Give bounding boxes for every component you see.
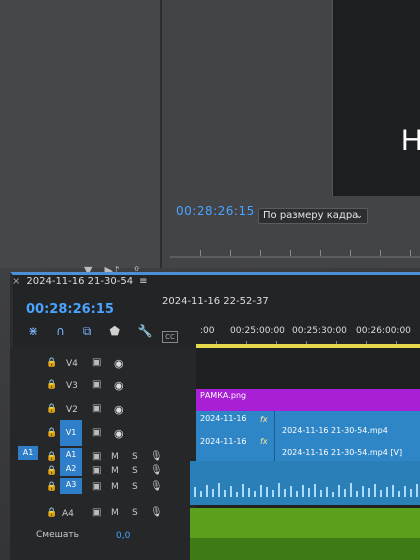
sync-icon[interactable]: ▣ <box>92 465 101 476</box>
audio-waveform-clip[interactable] <box>190 461 420 505</box>
solo-button[interactable]: S <box>132 482 138 492</box>
captions-icon[interactable]: CC <box>162 331 178 343</box>
snap-icon[interactable]: ∩ <box>56 324 65 339</box>
track-v2: 🔒 V2 ▣ ◉ <box>10 400 196 420</box>
mix-value[interactable]: 0,0 <box>116 531 130 541</box>
clip-label: РАМКА.png <box>200 391 247 400</box>
source-panel <box>0 0 162 268</box>
timeline-timecode[interactable]: 00:28:26:15 <box>26 302 114 317</box>
close-icon[interactable]: × <box>12 276 20 287</box>
clip-graphic[interactable]: РАМКА.png <box>196 389 420 411</box>
lock-icon[interactable]: 🔒 <box>46 404 57 414</box>
nest-icon[interactable]: ⋇ <box>28 324 38 339</box>
track-name[interactable]: A2 <box>60 462 82 476</box>
chevron-down-icon: ⌄ <box>355 211 363 221</box>
zoom-fit-select[interactable]: По размеру кадра ⌄ <box>258 208 368 224</box>
sync-icon[interactable]: ▣ <box>92 403 101 414</box>
mute-button[interactable]: M <box>111 508 119 518</box>
lock-icon[interactable]: 🔒 <box>46 466 57 476</box>
mute-button[interactable]: M <box>111 452 119 462</box>
sync-icon[interactable]: ▣ <box>92 379 101 390</box>
ruler-label: 00:25:30:00 <box>292 326 347 336</box>
mix-label: Смешать <box>36 530 79 540</box>
eye-icon[interactable]: ◉ <box>114 403 124 416</box>
mute-button[interactable]: M <box>111 482 119 492</box>
track-name: V4 <box>66 359 78 369</box>
sequence-tab-label: 2024-11-16 21-30-54 <box>26 276 134 287</box>
clip-label: 2024-11-16 21-30-54.mp4 [V] <box>282 448 403 457</box>
ruler-label: :00 <box>200 326 215 336</box>
track-name[interactable]: V1 <box>60 420 82 446</box>
track-a3: 🔒 A3 ▣ M S 🎙 <box>10 478 196 498</box>
lock-icon[interactable]: 🔒 <box>46 428 57 438</box>
eye-icon[interactable]: ◉ <box>114 357 124 370</box>
video-frame: Н <box>332 0 420 196</box>
solo-button[interactable]: S <box>132 452 138 462</box>
mic-icon[interactable]: 🎙 <box>150 451 163 462</box>
timeline-tools: ⋇ ∩ ⧉ ⬟ 🔧 <box>28 324 153 339</box>
sync-icon[interactable]: ▣ <box>92 507 101 518</box>
sync-icon[interactable]: ▣ <box>92 357 101 368</box>
clip-label: 2024-11-16 21-30-54.mp4 <box>282 426 388 435</box>
program-timecode[interactable]: 00:28:26:15 <box>176 204 255 218</box>
mic-icon[interactable]: 🎙 <box>150 465 163 476</box>
lock-icon[interactable]: 🔒 <box>46 482 57 492</box>
track-v1: 🔒 V1 ▣ ◉ <box>10 420 196 446</box>
mute-button[interactable]: M <box>111 466 119 476</box>
ruler-label: 00:26:00:00 <box>356 326 411 336</box>
zoom-fit-label: По размеру кадра <box>263 210 359 221</box>
wrench-icon[interactable]: 🔧 <box>138 324 153 339</box>
solo-button[interactable]: S <box>132 466 138 476</box>
track-v4: 🔒 V4 ▣ ◉ <box>10 354 196 374</box>
eye-icon[interactable]: ◉ <box>114 379 124 392</box>
frame-text: Н <box>401 124 420 157</box>
track-name: A4 <box>62 509 74 519</box>
sequence-tab-2[interactable]: 2024-11-16 22-52-37 <box>162 296 269 307</box>
mic-icon[interactable]: 🎙 <box>150 507 163 518</box>
time-ruler[interactable]: :00 00:25:00:00 00:25:30:00 00:26:00:00 <box>196 324 420 346</box>
premiere-pro-screen: ▼ ▶♪ ⇪ Н 00:28:26:15 По размеру кадра ⌄ … <box>0 0 420 560</box>
clip-label: 2024-11-16 <box>200 437 247 446</box>
program-video: Н <box>172 0 420 198</box>
track-a4: 🔒 A4 ▣ M S 🎙 <box>10 504 196 524</box>
fx-badge: fx <box>260 437 268 446</box>
track-name: V3 <box>66 381 78 391</box>
clip-divider <box>274 411 275 461</box>
sync-icon[interactable]: ▣ <box>92 481 101 492</box>
menu-icon[interactable]: ≡ <box>139 276 147 287</box>
program-scrubber[interactable] <box>170 234 420 258</box>
sync-icon[interactable]: ▣ <box>92 427 101 438</box>
track-name[interactable]: A1 <box>60 448 82 462</box>
linked-selection-icon[interactable]: ⧉ <box>83 324 92 339</box>
sequence-tab[interactable]: × 2024-11-16 21-30-54 ≡ <box>12 276 147 287</box>
track-name[interactable]: A3 <box>60 478 82 494</box>
ruler-label: 00:25:00:00 <box>230 326 285 336</box>
clip-label: 2024-11-16 <box>200 414 247 423</box>
track-v3: 🔒 V3 ▣ ◉ <box>10 376 196 396</box>
marker-icon[interactable]: ⬟ <box>109 324 119 339</box>
eye-icon[interactable]: ◉ <box>114 427 124 440</box>
lock-icon[interactable]: 🔒 <box>46 358 57 368</box>
solo-button[interactable]: S <box>132 508 138 518</box>
lock-icon[interactable]: 🔒 <box>46 380 57 390</box>
clip-video[interactable]: 2024-11-16 fx 2024-11-16 21-30-54.mp4 20… <box>196 411 420 461</box>
audio-clip-green[interactable] <box>190 508 420 538</box>
fx-badge: fx <box>260 415 268 424</box>
sync-icon[interactable]: ▣ <box>92 451 101 462</box>
track-name: V2 <box>66 405 78 415</box>
audio-clip-green-2[interactable] <box>190 538 420 560</box>
lock-icon[interactable]: 🔒 <box>46 452 57 462</box>
mic-icon[interactable]: 🎙 <box>150 481 163 492</box>
lock-icon[interactable]: 🔒 <box>46 508 57 518</box>
